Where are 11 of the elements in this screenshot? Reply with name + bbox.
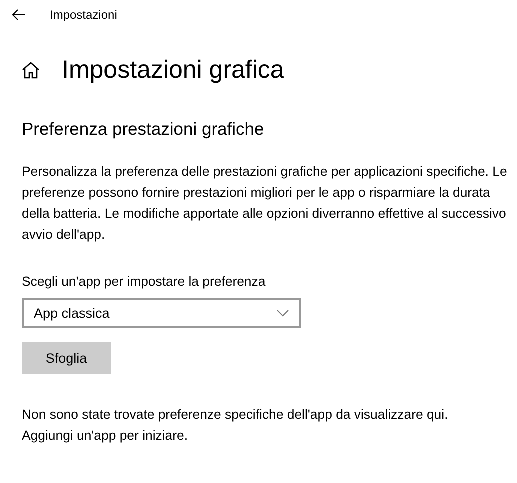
- browse-button[interactable]: Sfoglia: [22, 342, 111, 374]
- description-text: Personalizza la preferenza delle prestazioni grafiche per applicazioni specifiche. Le preferenze possono fornire prestazioni migliori per le app o risparmiare la durata della batteria. Le modifiche apportate alle opzioni diverranno effettive al successivo avvio dell'app.: [22, 163, 508, 244]
- home-icon[interactable]: [22, 62, 40, 78]
- empty-message: Non sono state trovate preferenze specifiche dell'app da visualizzare qui. Aggiungi un'app per iniziare.: [22, 406, 450, 445]
- page-title: Impostazioni grafica: [62, 56, 284, 84]
- window-title: Impostazioni: [50, 8, 118, 22]
- app-dropdown[interactable]: App classica: [22, 298, 301, 328]
- chevron-down-icon: [277, 310, 289, 316]
- section-title: Preferenza prestazioni grafiche: [22, 119, 266, 140]
- back-icon[interactable]: [12, 9, 26, 21]
- picker-label: Scegli un'app per impostare la preferenza: [22, 274, 267, 289]
